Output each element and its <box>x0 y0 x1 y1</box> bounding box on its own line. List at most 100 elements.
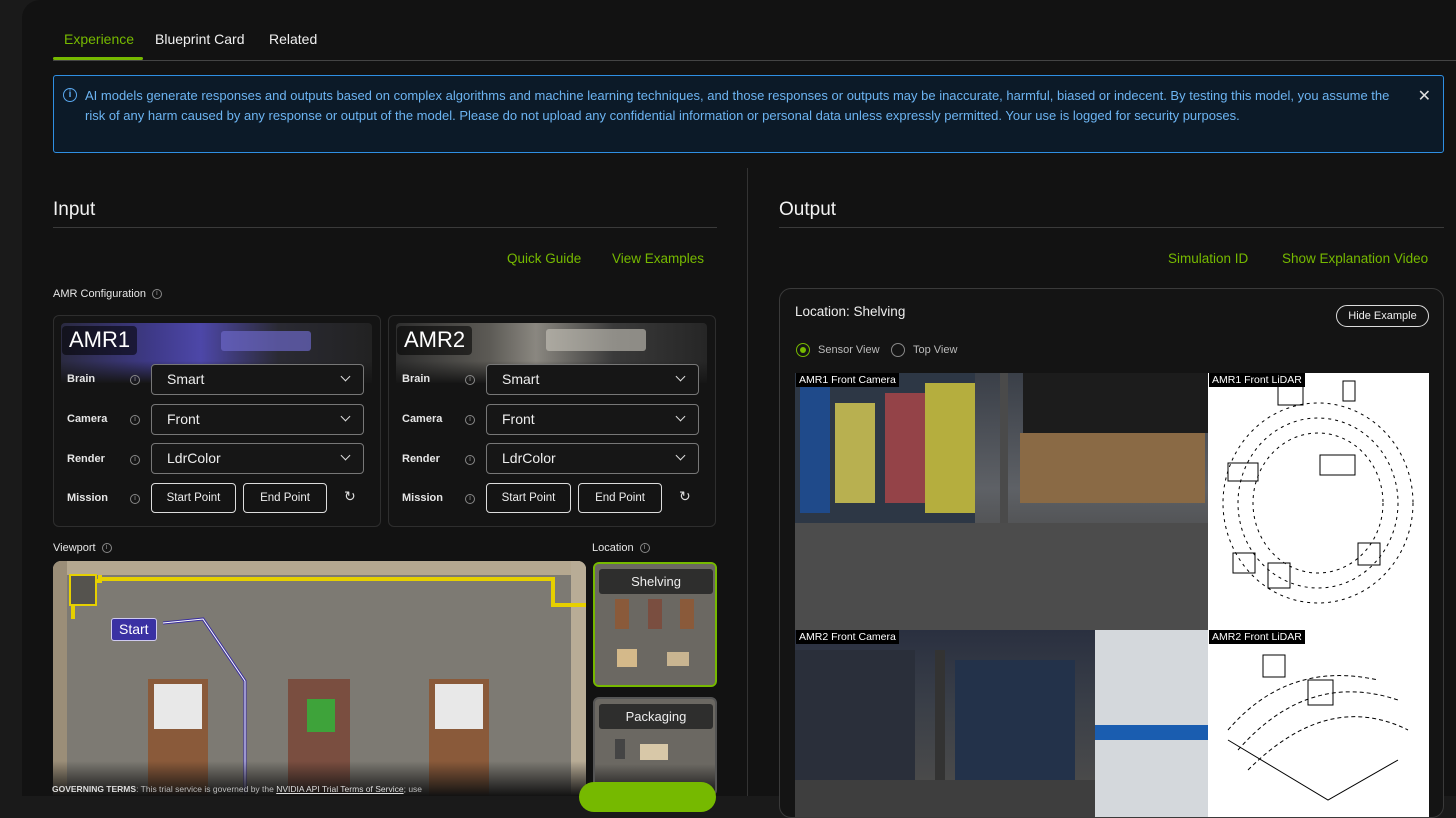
amr2-start-point-button[interactable]: Start Point <box>486 483 571 513</box>
chevron-down-icon <box>340 411 351 422</box>
help-icon[interactable]: i <box>130 494 140 504</box>
amr2-render-select[interactable]: LdrColor <box>486 443 699 474</box>
amr2-end-point-button[interactable]: End Point <box>578 483 662 513</box>
tab-experience[interactable]: Experience <box>64 31 134 47</box>
mission-label: Mission <box>402 492 443 504</box>
amr1-lidar-image <box>1222 380 1414 604</box>
top-view-label: Top View <box>913 344 958 356</box>
chevron-down-icon <box>340 450 351 461</box>
select-value: Front <box>167 411 200 427</box>
simulation-id-link[interactable]: Simulation ID <box>1168 251 1248 266</box>
amr2-brain-select[interactable]: Smart <box>486 364 699 395</box>
amr1-lidar-label: AMR1 Front LiDAR <box>1209 373 1305 387</box>
mission-label: Mission <box>67 492 108 504</box>
location-label: Location i <box>592 542 650 554</box>
governing-tail: ; use <box>403 784 423 794</box>
help-icon[interactable]: i <box>130 415 140 425</box>
brain-label: Brain <box>67 373 96 385</box>
sensor-view-label: Sensor View <box>818 344 880 356</box>
tab-related[interactable]: Related <box>269 31 317 47</box>
help-icon[interactable]: i <box>130 455 140 465</box>
help-icon[interactable]: i <box>101 543 112 554</box>
tab-bar: Experience Blueprint Card Related <box>53 0 1456 61</box>
amr2-lidar-image <box>1227 654 1409 801</box>
run-button[interactable] <box>579 782 716 812</box>
amr1-title: AMR1 <box>62 326 138 355</box>
app-window: Experience Blueprint Card Related i AI m… <box>0 0 1456 818</box>
amr-config-label: AMR Configuration i <box>53 288 162 300</box>
amr1-lidar-feed: AMR1 Front LiDAR <box>1208 373 1429 630</box>
select-value: Smart <box>167 371 205 387</box>
location-text: Location: Shelving <box>795 304 906 319</box>
help-icon[interactable]: i <box>465 455 475 465</box>
governing-text: : This trial service is governed by the <box>136 784 277 794</box>
column-divider <box>747 168 748 796</box>
viewport-map[interactable]: Start <box>53 561 586 796</box>
amr2-camera-feed: AMR2 Front Camera <box>795 630 1208 817</box>
output-title: Output <box>779 199 837 220</box>
amr1-brain-select[interactable]: Smart <box>151 364 364 395</box>
amr1-render-select[interactable]: LdrColor <box>151 443 364 474</box>
viewport-label-text: Viewport <box>53 542 96 554</box>
terms-link[interactable]: NVIDIA API Trial Terms of Service <box>276 784 403 794</box>
amr2-camera-image <box>795 630 1208 817</box>
active-tab-indicator <box>53 57 143 60</box>
hide-example-button[interactable]: Hide Example <box>1336 305 1429 327</box>
governing-bold: GOVERNING TERMS <box>52 784 137 794</box>
input-title: Input <box>53 199 96 220</box>
start-marker[interactable]: Start <box>111 618 157 641</box>
sensor-view-radio[interactable] <box>796 343 810 357</box>
chevron-down-icon <box>340 371 351 382</box>
location-packaging-label: Packaging <box>599 704 713 729</box>
view-examples-link[interactable]: View Examples <box>612 251 704 266</box>
help-icon[interactable]: i <box>465 494 475 504</box>
amr-config-text: AMR Configuration <box>53 288 146 300</box>
camera-label: Camera <box>67 413 108 425</box>
amr1-card: AMR1 Brain i Smart Camera i Front Render… <box>53 315 381 527</box>
robot-shape <box>221 331 311 351</box>
amr2-lidar-label: AMR2 Front LiDAR <box>1209 630 1305 644</box>
help-icon[interactable]: i <box>465 375 475 385</box>
location-label-text: Location <box>592 542 634 554</box>
close-icon[interactable]: ✕ <box>1418 86 1431 106</box>
help-icon[interactable]: i <box>639 543 650 554</box>
select-value: LdrColor <box>167 450 221 466</box>
location-shelving-label: Shelving <box>599 569 713 594</box>
select-value: Smart <box>502 371 540 387</box>
camera-label: Camera <box>402 413 443 425</box>
location-shelving-card[interactable]: Shelving <box>593 562 717 687</box>
amr1-camera-image <box>795 373 1208 630</box>
amr1-camera-feed: AMR1 Front Camera <box>795 373 1208 630</box>
amr1-camera-label: AMR1 Front Camera <box>796 373 899 387</box>
output-rule <box>779 227 1444 228</box>
help-icon[interactable]: i <box>151 289 162 300</box>
brain-label: Brain <box>402 373 431 385</box>
select-value: Front <box>502 411 535 427</box>
disclaimer-banner: i AI models generate responses and outpu… <box>53 75 1444 153</box>
help-icon[interactable]: i <box>465 415 475 425</box>
tab-blueprint-card[interactable]: Blueprint Card <box>155 31 245 47</box>
chevron-down-icon <box>675 371 686 382</box>
select-value: LdrColor <box>502 450 556 466</box>
amr2-title: AMR2 <box>397 326 473 355</box>
refresh-icon[interactable]: ↻ <box>344 488 356 505</box>
amr2-card: AMR2 Brain i Smart Camera i Front Render… <box>388 315 716 527</box>
top-view-radio[interactable] <box>891 343 905 357</box>
amr2-camera-label: AMR2 Front Camera <box>796 630 899 644</box>
amr2-camera-select[interactable]: Front <box>486 404 699 435</box>
render-label: Render <box>402 453 440 465</box>
output-card: Location: Shelving Hide Example Sensor V… <box>779 288 1444 818</box>
chevron-down-icon <box>675 411 686 422</box>
input-rule <box>53 227 717 228</box>
amr1-end-point-button[interactable]: End Point <box>243 483 327 513</box>
help-icon[interactable]: i <box>130 375 140 385</box>
viewport-label: Viewport i <box>53 542 112 554</box>
show-explanation-video-link[interactable]: Show Explanation Video <box>1282 251 1428 266</box>
amr1-camera-select[interactable]: Front <box>151 404 364 435</box>
amr2-lidar-feed: AMR2 Front LiDAR <box>1208 630 1429 817</box>
chevron-down-icon <box>675 450 686 461</box>
quick-guide-link[interactable]: Quick Guide <box>507 251 581 266</box>
refresh-icon[interactable]: ↻ <box>679 488 691 505</box>
governing-terms: GOVERNING TERMS: This trial service is g… <box>52 784 422 794</box>
amr1-start-point-button[interactable]: Start Point <box>151 483 236 513</box>
